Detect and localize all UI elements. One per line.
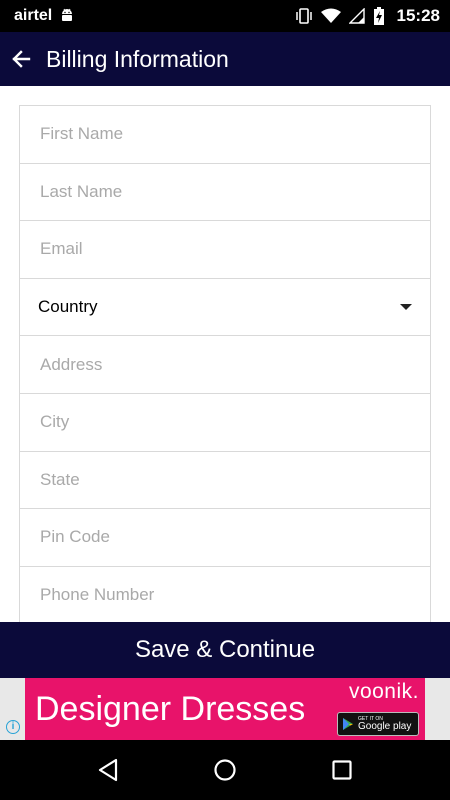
ad-banner[interactable]: Designer Dresses voonik. GET IT ON Googl…: [25, 678, 425, 740]
vibrate-icon: [295, 8, 313, 24]
nav-back-button[interactable]: [88, 750, 128, 790]
app-bar: Billing Information: [0, 32, 450, 86]
caret-down-icon: [400, 304, 412, 311]
phone-number-row: [20, 566, 430, 622]
email-row: [20, 221, 430, 279]
city-field[interactable]: [40, 393, 430, 451]
first-name-field[interactable]: [40, 106, 430, 163]
save-continue-button[interactable]: Save & Continue: [0, 622, 450, 678]
first-name-row: [20, 106, 430, 164]
home-circle-icon: [213, 758, 237, 782]
billing-form-area: Country: [0, 86, 450, 622]
system-nav-bar: [0, 740, 450, 800]
back-triangle-icon: [97, 758, 119, 782]
ad-info-icon[interactable]: i: [6, 720, 20, 734]
status-bar: airtel 15:28: [0, 0, 450, 32]
carrier-label: airtel: [14, 7, 53, 24]
ad-headline: Designer Dresses: [35, 690, 306, 728]
back-button[interactable]: [10, 48, 32, 70]
last-name-row: [20, 163, 430, 222]
clock: 15:28: [396, 6, 440, 25]
page-title: Billing Information: [46, 45, 229, 72]
pin-code-field[interactable]: [40, 509, 430, 566]
google-play-badge[interactable]: GET IT ON Google play: [337, 712, 419, 736]
arrow-left-icon: [11, 49, 31, 69]
email-field[interactable]: [40, 221, 430, 278]
android-icon: [60, 8, 74, 24]
address-row: [20, 336, 430, 394]
signal-icon: [348, 8, 365, 24]
state-row: [20, 451, 430, 510]
state-field[interactable]: [40, 451, 430, 509]
play-store-icon: [342, 717, 354, 731]
address-field[interactable]: [40, 336, 430, 393]
wifi-icon: [320, 8, 341, 24]
country-select[interactable]: Country: [20, 279, 430, 337]
country-select-value: Country: [38, 297, 98, 317]
last-name-field[interactable]: [40, 163, 430, 221]
city-row: [20, 393, 430, 452]
phone-number-field[interactable]: [40, 566, 430, 622]
ad-container: i Designer Dresses voonik. GET IT ON Goo…: [0, 678, 450, 740]
nav-home-button[interactable]: [205, 750, 245, 790]
ad-brand-logo: voonik.: [348, 680, 419, 703]
nav-recents-button[interactable]: [322, 750, 362, 790]
recents-square-icon: [331, 759, 353, 781]
badge-store-name: Google play: [358, 720, 412, 732]
billing-form: Country: [19, 105, 431, 622]
battery-icon: [373, 7, 385, 25]
pin-code-row: [20, 509, 430, 567]
